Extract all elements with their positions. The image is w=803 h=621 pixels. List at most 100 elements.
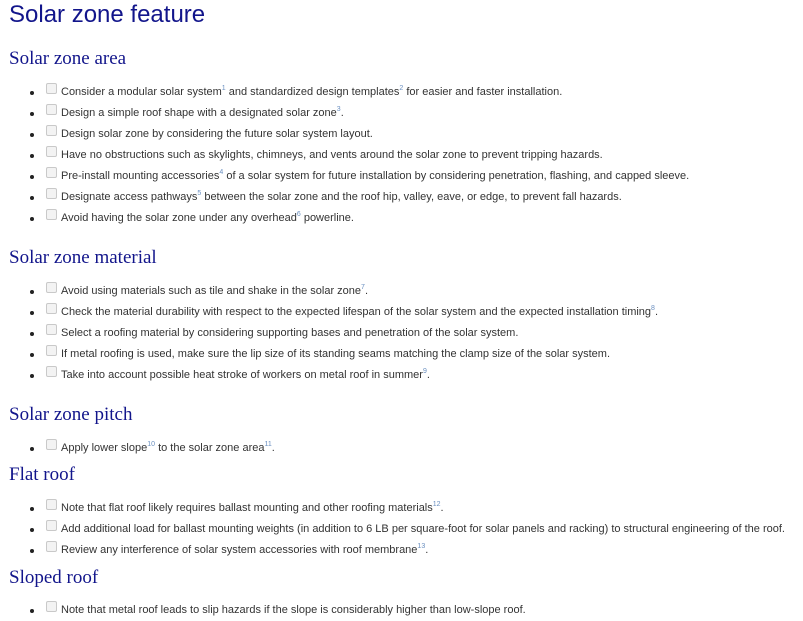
checkbox[interactable] bbox=[46, 324, 57, 335]
item-text: Avoid having the solar zone under any ov… bbox=[61, 211, 354, 224]
checkbox[interactable] bbox=[46, 104, 57, 115]
item-text-segment: Designate access pathways bbox=[61, 190, 198, 203]
item-text-segment: Avoid having the solar zone under any ov… bbox=[61, 211, 297, 224]
section-heading: Solar zone pitch bbox=[9, 404, 133, 425]
checklist-item: Check the material durability with respe… bbox=[30, 301, 658, 322]
item-text: Select a roofing material by considering… bbox=[61, 327, 518, 339]
checklist-item: Note that metal roof leads to slip hazar… bbox=[30, 599, 526, 620]
checkbox[interactable] bbox=[46, 282, 57, 293]
item-text-segment: . bbox=[654, 305, 659, 318]
section-heading: Solar zone material bbox=[9, 247, 157, 268]
checklist-item: Select a roofing material by considering… bbox=[30, 322, 518, 343]
checklist-item: Avoid having the solar zone under any ov… bbox=[30, 207, 354, 228]
checkbox[interactable] bbox=[46, 601, 57, 612]
checklist-item: Design a simple roof shape with a design… bbox=[30, 102, 344, 123]
item-text-segment: for easier and faster installation. bbox=[403, 85, 563, 98]
checkbox[interactable] bbox=[46, 146, 57, 157]
checklist-item: Note that flat roof likely requires ball… bbox=[30, 497, 444, 518]
item-text-segment: of a solar system for future installatio… bbox=[223, 169, 690, 182]
item-text-segment: Take into account possible heat stroke o… bbox=[61, 368, 423, 381]
item-text: Add additional load for ballast mounting… bbox=[61, 523, 785, 535]
bullet-icon bbox=[30, 91, 34, 95]
checkbox[interactable] bbox=[46, 439, 57, 450]
item-text: Consider a modular solar system1 and sta… bbox=[61, 85, 563, 98]
checklist-item: If metal roofing is used, make sure the … bbox=[30, 343, 610, 364]
checklist-item: Avoid using materials such as tile and s… bbox=[30, 280, 368, 301]
item-text: Avoid using materials such as tile and s… bbox=[61, 284, 368, 297]
checkbox[interactable] bbox=[46, 541, 57, 552]
checklist-item: Apply lower slope10 to the solar zone ar… bbox=[30, 437, 275, 458]
bullet-icon bbox=[30, 374, 34, 378]
bullet-icon bbox=[30, 196, 34, 200]
item-text-segment: Pre-install mounting accessories bbox=[61, 169, 220, 182]
checkbox[interactable] bbox=[46, 188, 57, 199]
checkbox[interactable] bbox=[46, 499, 57, 510]
bullet-icon bbox=[30, 353, 34, 357]
bullet-icon bbox=[30, 332, 34, 336]
item-text: Note that metal roof leads to slip hazar… bbox=[61, 604, 526, 616]
checkbox[interactable] bbox=[46, 520, 57, 531]
checklist-item: Review any interference of solar system … bbox=[30, 539, 428, 560]
bullet-icon bbox=[30, 609, 34, 613]
item-text-segment: Review any interference of solar system … bbox=[61, 543, 418, 556]
item-text-segment: . bbox=[271, 441, 275, 454]
checklist-item: Add additional load for ballast mounting… bbox=[30, 518, 785, 539]
bullet-icon bbox=[30, 528, 34, 532]
checklist-item: Have no obstructions such as skylights, … bbox=[30, 144, 603, 165]
item-text-segment: . bbox=[425, 543, 429, 556]
bullet-icon bbox=[30, 311, 34, 315]
item-text: Pre-install mounting accessories4 of a s… bbox=[61, 169, 690, 182]
page-title: Solar zone feature bbox=[9, 1, 206, 28]
bullet-icon bbox=[30, 133, 34, 137]
bullet-icon bbox=[30, 290, 34, 294]
footnote-link[interactable]: 11 bbox=[264, 441, 271, 448]
item-text-segment: Design a simple roof shape with a design… bbox=[61, 106, 337, 119]
item-text-segment: Design solar zone by considering the fut… bbox=[61, 127, 373, 140]
checkbox[interactable] bbox=[46, 83, 57, 94]
checkbox[interactable] bbox=[46, 209, 57, 220]
checklist-item: Take into account possible heat stroke o… bbox=[30, 364, 430, 385]
item-text-segment: . bbox=[364, 284, 368, 297]
checkbox[interactable] bbox=[46, 167, 57, 178]
checklist-item: Consider a modular solar system1 and sta… bbox=[30, 81, 562, 102]
item-text: Review any interference of solar system … bbox=[61, 543, 429, 556]
item-text-segment: Note that metal roof leads to slip hazar… bbox=[61, 603, 526, 616]
section-heading: Sloped roof bbox=[9, 567, 99, 588]
bullet-icon bbox=[30, 217, 34, 221]
item-text: Apply lower slope10 to the solar zone ar… bbox=[61, 441, 275, 454]
item-text-segment: Add additional load for ballast mounting… bbox=[61, 522, 785, 535]
item-text-segment: . bbox=[440, 501, 444, 514]
item-text-segment: . bbox=[340, 106, 344, 119]
item-text-segment: between the solar zone and the roof hip,… bbox=[201, 190, 622, 203]
item-text: Design solar zone by considering the fut… bbox=[61, 128, 373, 140]
checkbox[interactable] bbox=[46, 345, 57, 356]
item-text: Take into account possible heat stroke o… bbox=[61, 368, 430, 381]
item-text-segment: Note that flat roof likely requires ball… bbox=[61, 501, 433, 514]
footnote-link[interactable]: 12 bbox=[433, 501, 441, 508]
checkbox[interactable] bbox=[46, 366, 57, 377]
item-text-segment: Consider a modular solar system bbox=[61, 85, 222, 98]
checkbox[interactable] bbox=[46, 303, 57, 314]
checklist-item: Designate access pathways5 between the s… bbox=[30, 186, 622, 207]
item-text: Note that flat roof likely requires ball… bbox=[61, 501, 444, 514]
bullet-icon bbox=[30, 507, 34, 511]
item-text-segment: Avoid using materials such as tile and s… bbox=[61, 284, 362, 297]
bullet-icon bbox=[30, 175, 34, 179]
item-text-segment: powerline. bbox=[300, 211, 354, 224]
item-text-segment: and standardized design templates bbox=[225, 85, 400, 98]
item-text-segment: . bbox=[426, 368, 430, 381]
item-text: If metal roofing is used, make sure the … bbox=[61, 348, 610, 360]
checklist-item: Design solar zone by considering the fut… bbox=[30, 123, 373, 144]
item-text-segment: Check the material durability with respe… bbox=[61, 305, 652, 318]
checkbox[interactable] bbox=[46, 125, 57, 136]
bullet-icon bbox=[30, 549, 34, 553]
item-text: Check the material durability with respe… bbox=[61, 305, 659, 318]
item-text-segment: Select a roofing material by considering… bbox=[61, 326, 519, 339]
item-text-segment: If metal roofing is used, make sure the … bbox=[61, 347, 611, 360]
footnote-link[interactable]: 10 bbox=[147, 441, 155, 448]
bullet-icon bbox=[30, 154, 34, 158]
bullet-icon bbox=[30, 112, 34, 116]
item-text: Designate access pathways5 between the s… bbox=[61, 190, 622, 203]
item-text-segment: Apply lower slope bbox=[61, 441, 148, 454]
bullet-icon bbox=[30, 447, 34, 451]
